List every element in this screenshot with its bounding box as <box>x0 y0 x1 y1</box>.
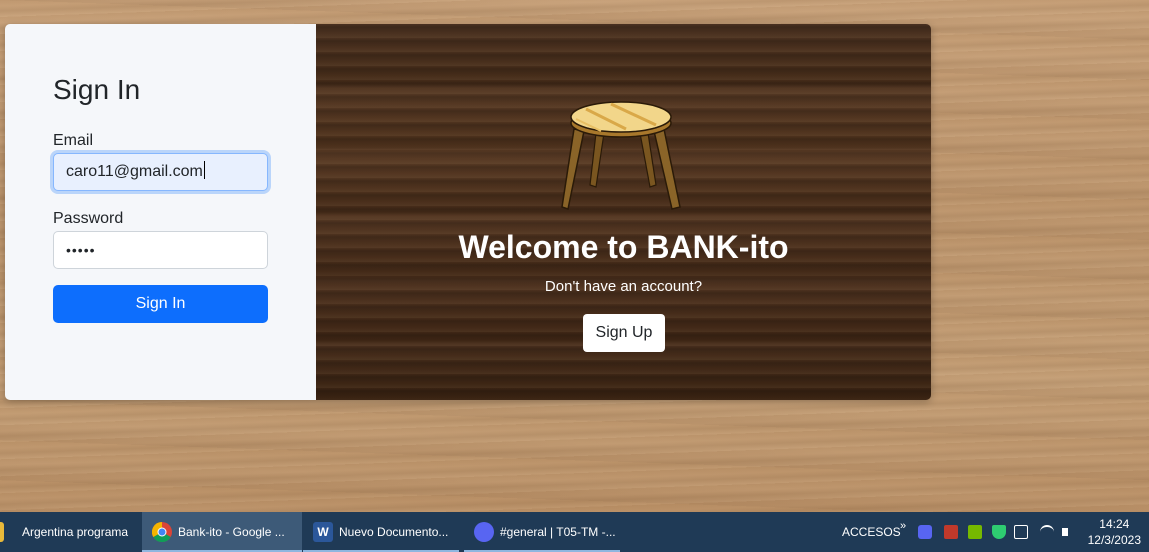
keyboard-icon[interactable] <box>1014 525 1028 539</box>
password-value: ••••• <box>66 242 96 258</box>
app-tray-icon[interactable] <box>944 525 958 539</box>
password-label: Password <box>53 210 124 227</box>
signin-button[interactable]: Sign In <box>53 285 268 323</box>
signin-panel: Sign In Email caro11@gmail.com Password … <box>5 24 316 400</box>
password-field[interactable]: ••••• <box>53 231 268 269</box>
auth-card: Sign In Email caro11@gmail.com Password … <box>5 24 931 400</box>
folder-icon <box>0 522 4 542</box>
signup-button[interactable]: Sign Up <box>583 314 665 352</box>
signin-title: Sign In <box>53 74 141 105</box>
chevron-icon[interactable]: » <box>900 506 906 546</box>
taskbar-item-discord[interactable]: #general | T05-TM -... <box>464 512 620 552</box>
taskbar-item-folder[interactable]: Argentina programa <box>0 512 142 552</box>
taskbar-item-label: #general | T05-TM -... <box>500 525 616 539</box>
volume-icon[interactable] <box>1062 528 1068 536</box>
clock[interactable]: 14:24 12/3/2023 <box>1088 516 1141 548</box>
taskbar-item-label: Argentina programa <box>22 525 129 539</box>
taskbar-item-label: Bank-ito - Google ... <box>178 525 285 539</box>
email-value: caro11@gmail.com <box>66 163 203 180</box>
chrome-icon <box>152 522 172 542</box>
shield-icon[interactable] <box>992 525 1006 539</box>
clock-time: 14:24 <box>1099 517 1130 531</box>
wifi-icon[interactable] <box>1040 525 1054 539</box>
email-field[interactable]: caro11@gmail.com <box>53 153 268 191</box>
no-account-text: Don't have an account? <box>544 278 703 295</box>
tray-accesos[interactable]: ACCESOS <box>842 512 901 552</box>
email-label: Email <box>53 132 94 149</box>
discord-icon <box>474 522 494 542</box>
clock-date: 12/3/2023 <box>1087 533 1141 547</box>
taskbar: Argentina programa Bank-ito - Google ...… <box>0 512 1149 552</box>
taskbar-item-label: Nuevo Documento... <box>339 525 449 539</box>
taskbar-item-word[interactable]: W Nuevo Documento... <box>303 512 459 552</box>
stool-logo-icon <box>561 101 681 210</box>
welcome-heading: Welcome to BANK-ito <box>458 229 789 265</box>
discord-tray-icon[interactable] <box>918 525 932 539</box>
word-icon: W <box>313 522 333 542</box>
nvidia-icon[interactable] <box>968 525 982 539</box>
text-caret <box>203 161 205 179</box>
welcome-panel: Welcome to BANK-ito Don't have an accoun… <box>316 24 931 400</box>
taskbar-item-chrome[interactable]: Bank-ito - Google ... <box>142 512 302 552</box>
